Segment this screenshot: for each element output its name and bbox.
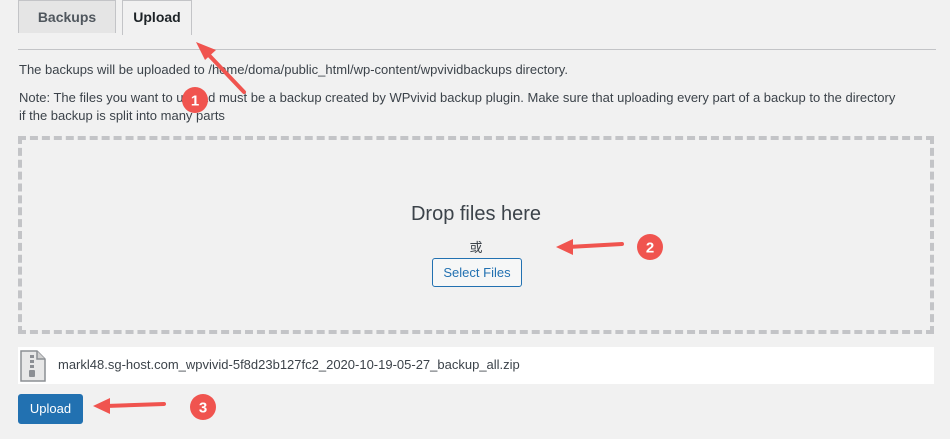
annotation-badge-3: 3: [190, 394, 216, 420]
annotation-arrow-3: [93, 398, 166, 414]
svg-text:2: 2: [646, 240, 654, 257]
annotation-overlay: 1 2 3: [93, 42, 663, 420]
svg-text:1: 1: [191, 93, 199, 110]
annotation-arrow-1: [196, 42, 246, 94]
annotation-badge-2: 2: [637, 234, 663, 260]
annotation-arrow-2: [556, 239, 624, 255]
annotation-badge-1: 1: [182, 87, 208, 113]
svg-text:3: 3: [199, 400, 207, 417]
